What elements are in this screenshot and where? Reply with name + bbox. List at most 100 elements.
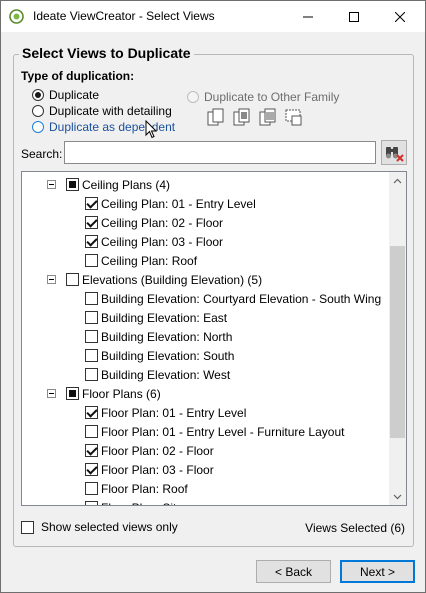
tree-item-label: Floor Plan: 03 - Floor <box>101 462 214 477</box>
tree-item-label: Floor Plan: 01 - Entry Level <box>101 405 247 420</box>
tree-group-label: Floor Plans (6) <box>82 386 161 401</box>
view-checkbox[interactable] <box>85 463 98 476</box>
show-selected-checkbox[interactable] <box>21 520 34 534</box>
view-checkbox[interactable] <box>85 501 98 505</box>
duplicate-dependent-icon[interactable] <box>284 107 304 127</box>
tree-item-label: Building Elevation: Courtyard Elevation … <box>101 291 382 306</box>
radio-label: Duplicate <box>49 88 100 102</box>
tree-item-row[interactable]: Floor Plan: 03 - Floor <box>22 460 390 479</box>
tree-group-row[interactable]: Elevations (Building Elevation) (5) <box>22 270 390 289</box>
tree-item-row[interactable]: Floor Plan: 02 - Floor <box>22 441 390 460</box>
duplicate-detailing-icon[interactable] <box>232 107 252 127</box>
scroll-down-button[interactable] <box>389 488 406 505</box>
scroll-up-button[interactable] <box>389 172 406 189</box>
view-checkbox[interactable] <box>85 349 98 362</box>
collapse-toggle-icon[interactable] <box>47 389 56 398</box>
radio-button[interactable] <box>32 121 44 133</box>
tree-item-label: Building Elevation: East <box>101 310 228 325</box>
view-checkbox[interactable] <box>85 330 98 343</box>
view-checkbox[interactable] <box>85 216 98 229</box>
tree-item-row[interactable]: Building Elevation: Courtyard Elevation … <box>22 289 390 308</box>
minimize-button[interactable] <box>285 1 331 32</box>
search-label: Search: <box>21 147 63 161</box>
duplicate-table-icon[interactable] <box>258 107 278 127</box>
group-title: Select Views to Duplicate <box>19 45 194 61</box>
radio-duplicate-with-detailing[interactable]: Duplicate with detailing <box>32 103 172 119</box>
tree-item-row[interactable]: Building Elevation: West <box>22 365 390 384</box>
search-input[interactable] <box>64 141 376 164</box>
view-checkbox[interactable] <box>85 368 98 381</box>
group-checkbox[interactable] <box>66 178 79 191</box>
group-checkbox[interactable] <box>66 387 79 400</box>
tree-item-row[interactable]: Ceiling Plan: Roof <box>22 251 390 270</box>
tree-item-label: Floor Plan: Roof <box>101 481 188 496</box>
radio-duplicate-to-other-family[interactable]: Duplicate to Other Family <box>187 89 339 105</box>
show-selected-checkbox-row[interactable]: Show selected views only <box>21 520 178 534</box>
tree-item-label: Floor Plan: Site <box>101 501 183 506</box>
tree-item-row[interactable]: Floor Plan: Roof <box>22 479 390 498</box>
search-clear-button[interactable] <box>381 140 407 165</box>
next-button[interactable]: Next > <box>340 560 415 583</box>
tree-item-label: Building Elevation: South <box>101 348 235 363</box>
duplicate-view-icon[interactable] <box>206 107 226 127</box>
radio-button[interactable] <box>187 91 199 103</box>
tree-item-row[interactable]: Floor Plan: 01 - Entry Level <box>22 403 390 422</box>
radio-button[interactable] <box>32 89 44 101</box>
tree-item-row[interactable]: Building Elevation: North <box>22 327 390 346</box>
tree-item-row[interactable]: Building Elevation: East <box>22 308 390 327</box>
close-icon <box>395 11 405 22</box>
tree-item-label: Ceiling Plan: 01 - Entry Level <box>101 196 256 211</box>
tree-item-row[interactable]: Ceiling Plan: 02 - Floor <box>22 213 390 232</box>
view-checkbox[interactable] <box>85 425 98 438</box>
view-checkbox[interactable] <box>85 311 98 324</box>
maximize-button[interactable] <box>331 1 377 32</box>
dialog-window: Ideate ViewCreator - Select Views Select… <box>0 0 426 593</box>
tree-item-label: Floor Plan: 02 - Floor <box>101 443 214 458</box>
tree-scrollbar[interactable] <box>389 172 406 505</box>
show-selected-label: Show selected views only <box>41 520 178 534</box>
tree-group-label: Ceiling Plans (4) <box>82 177 171 192</box>
tree-content: Ceiling Plans (4) Ceiling Plan: 01 - Entr… <box>22 175 390 506</box>
duplication-type-label: Type of duplication: <box>21 69 135 83</box>
tree-item-row[interactable]: Ceiling Plan: 01 - Entry Level <box>22 194 390 213</box>
view-checkbox[interactable] <box>85 444 98 457</box>
tree-item-label: Building Elevation: North <box>101 329 233 344</box>
tree-item-row[interactable]: Ceiling Plan: 03 - Floor <box>22 232 390 251</box>
view-checkbox[interactable] <box>85 254 98 267</box>
view-checkbox[interactable] <box>85 235 98 248</box>
collapse-toggle-icon[interactable] <box>47 275 56 284</box>
view-checkbox[interactable] <box>85 406 98 419</box>
tree-item-row[interactable]: Floor Plan: 01 - Entry Level - Furniture… <box>22 422 390 441</box>
view-checkbox[interactable] <box>85 482 98 495</box>
tree-item-row[interactable]: Building Elevation: South <box>22 346 390 365</box>
tree-group-label: Elevations (Building Elevation) (5) <box>82 272 263 287</box>
radio-duplicate[interactable]: Duplicate <box>32 87 99 103</box>
tree-group-row[interactable]: Ceiling Plans (4) <box>22 175 390 194</box>
radio-label: Duplicate with detailing <box>49 104 172 118</box>
mouse-cursor-icon <box>145 120 157 139</box>
view-checkbox[interactable] <box>85 292 98 305</box>
tree-item-label: Building Elevation: West <box>101 367 231 382</box>
radio-button[interactable] <box>32 105 44 117</box>
close-button[interactable] <box>377 1 423 32</box>
title-bar: Ideate ViewCreator - Select Views <box>1 1 425 32</box>
tree-item-row[interactable]: Floor Plan: Site <box>22 498 390 506</box>
group-checkbox[interactable] <box>66 273 79 286</box>
radio-label: Duplicate to Other Family <box>204 90 340 104</box>
minimize-icon <box>303 16 313 17</box>
chevron-up-icon <box>393 178 402 183</box>
window-title: Ideate ViewCreator - Select Views <box>33 9 215 23</box>
binoculars-clear-icon <box>386 146 404 162</box>
views-tree[interactable]: Ceiling Plans (4) Ceiling Plan: 01 - Entr… <box>21 171 407 506</box>
ideate-app-icon <box>9 9 24 24</box>
tree-item-label: Ceiling Plan: 03 - Floor <box>101 234 224 249</box>
tree-item-label: Floor Plan: 01 - Entry Level - Furniture… <box>101 424 345 439</box>
maximize-icon <box>349 11 359 22</box>
scroll-thumb[interactable] <box>390 246 405 438</box>
tree-item-label: Ceiling Plan: Roof <box>101 253 198 268</box>
view-checkbox[interactable] <box>85 197 98 210</box>
collapse-toggle-icon[interactable] <box>47 180 56 189</box>
tree-group-row[interactable]: Floor Plans (6) <box>22 384 390 403</box>
back-button[interactable]: < Back <box>256 560 331 583</box>
views-selected-count: Views Selected (6) <box>305 521 405 535</box>
